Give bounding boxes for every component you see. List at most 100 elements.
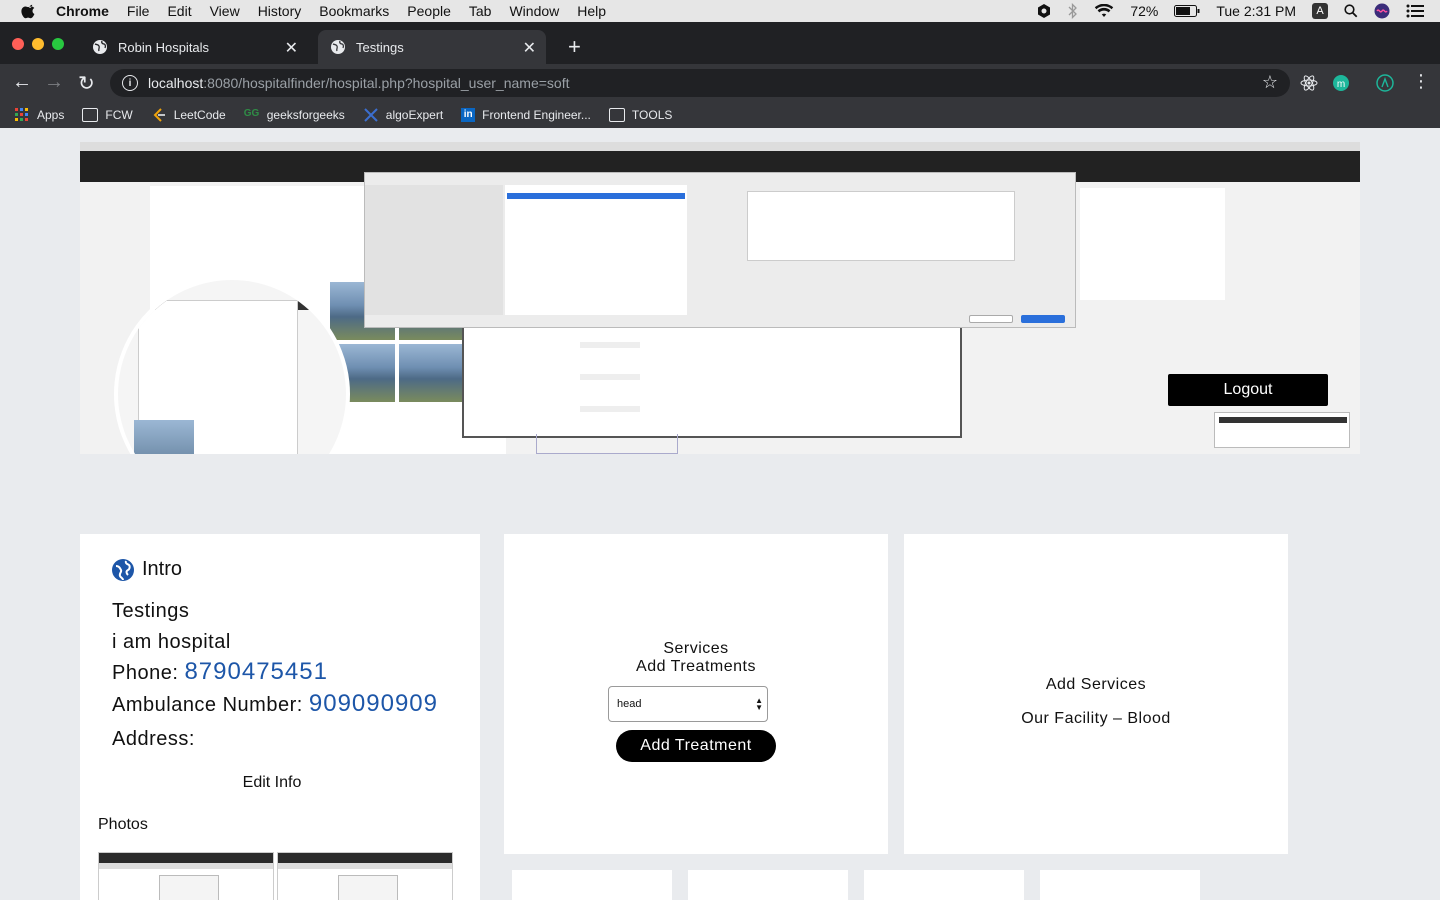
apps-grid-icon bbox=[15, 108, 28, 121]
profile-photo[interactable] bbox=[114, 276, 350, 454]
hospital-description: i am hospital bbox=[112, 631, 231, 653]
services-card: Services Add Treatments head ▲ ▼ Add Trea… bbox=[504, 534, 888, 854]
notification-center-icon[interactable] bbox=[1406, 4, 1424, 18]
select-arrows-icon: ▲ ▼ bbox=[755, 696, 763, 712]
close-tab-icon[interactable]: ✕ bbox=[523, 38, 536, 58]
doctor-card bbox=[1040, 870, 1200, 900]
cover-screenshot-thumbnail bbox=[1214, 412, 1350, 448]
intro-heading-text: Intro bbox=[142, 558, 183, 580]
react-devtools-icon[interactable] bbox=[1300, 74, 1318, 92]
add-services-link[interactable]: Add Services bbox=[904, 676, 1288, 694]
phone-label: Phone: bbox=[112, 662, 179, 684]
bookmark-label: LeetCode bbox=[173, 108, 226, 122]
bookmark-geeksforgeeks[interactable]: GG geeksforgeeks bbox=[244, 108, 345, 122]
photo-thumbnail[interactable] bbox=[277, 852, 453, 900]
address-host: localhost bbox=[148, 75, 204, 91]
close-window-button[interactable] bbox=[12, 38, 24, 50]
clock[interactable]: Tue 2:31 PM bbox=[1216, 3, 1296, 19]
edit-info-button[interactable]: Edit Info bbox=[80, 774, 464, 792]
address-path: :8080/hospitalfinder/hospital.php?hospit… bbox=[203, 75, 570, 91]
intro-card: Intro Testings i am hospital Phone: 8790… bbox=[80, 534, 480, 900]
services-heading: Services Add Treatments bbox=[504, 640, 888, 676]
input-source-icon[interactable]: A bbox=[1312, 3, 1328, 19]
cover-screenshot-menubar bbox=[80, 142, 1360, 151]
back-arrow-icon[interactable]: ← bbox=[12, 71, 32, 94]
bookmark-apps[interactable]: Apps bbox=[14, 108, 64, 122]
dialog-file-list bbox=[505, 185, 687, 315]
cover-screenshot-upload-form bbox=[462, 328, 962, 438]
globe-icon bbox=[112, 558, 134, 581]
menu-window[interactable]: Window bbox=[509, 3, 559, 19]
facility-text: Our Facility – Blood bbox=[1021, 710, 1171, 727]
tab-testings[interactable]: Testings ✕ bbox=[318, 30, 546, 64]
address-bar[interactable]: i localhost :8080/hospitalfinder/hospita… bbox=[110, 69, 1290, 97]
dialog-selected-row bbox=[507, 193, 685, 199]
bookmark-star-icon[interactable]: ☆ bbox=[1262, 72, 1278, 93]
macos-menubar: Chrome File Edit View History Bookmarks … bbox=[0, 0, 1440, 22]
site-info-icon[interactable]: i bbox=[122, 75, 138, 91]
bookmark-label: Frontend Engineer... bbox=[482, 108, 591, 122]
folder-icon bbox=[82, 108, 99, 122]
menu-file[interactable]: File bbox=[127, 3, 150, 19]
chrome-menu-icon[interactable]: ⋮ bbox=[1412, 71, 1430, 92]
bookmark-algoexpert[interactable]: algoExpert bbox=[363, 108, 443, 122]
bookmark-leetcode[interactable]: LeetCode bbox=[151, 108, 226, 122]
cover-screenshot-panel bbox=[1080, 188, 1225, 300]
tab-robin-hospitals[interactable]: Robin Hospitals ✕ bbox=[80, 30, 308, 64]
siri-icon[interactable] bbox=[1374, 3, 1390, 19]
address-row: Address: bbox=[112, 728, 195, 751]
menu-edit[interactable]: Edit bbox=[167, 3, 191, 19]
bookmark-tools[interactable]: TOOLS bbox=[608, 108, 673, 122]
menu-people[interactable]: People bbox=[407, 3, 451, 19]
globe-icon bbox=[93, 40, 107, 54]
linkedin-icon: in bbox=[461, 108, 476, 122]
menu-tab[interactable]: Tab bbox=[469, 3, 492, 19]
add-treatment-button[interactable]: Add Treatment bbox=[616, 730, 776, 762]
apple-icon[interactable] bbox=[20, 2, 38, 20]
menu-app-name[interactable]: Chrome bbox=[56, 3, 109, 19]
bookmark-label: TOOLS bbox=[631, 108, 673, 122]
services-title: Services bbox=[663, 640, 729, 657]
battery-icon[interactable] bbox=[1174, 5, 1200, 17]
wifi-icon[interactable] bbox=[1094, 4, 1114, 18]
bookmarks-bar: Apps FCW LeetCode GG geeksforgeeks algoE… bbox=[0, 102, 1440, 128]
menu-bookmarks[interactable]: Bookmarks bbox=[319, 3, 389, 19]
reload-icon[interactable]: ↻ bbox=[78, 71, 95, 96]
folder-icon bbox=[608, 108, 625, 122]
ambulance-label: Ambulance Number: bbox=[112, 694, 303, 716]
treatment-select[interactable]: head ▲ ▼ bbox=[608, 686, 768, 722]
dialog-sidebar bbox=[365, 185, 503, 315]
extension-m-icon[interactable]: m bbox=[1332, 74, 1350, 92]
globe-icon bbox=[331, 40, 345, 54]
spotlight-search-icon[interactable] bbox=[1344, 4, 1358, 18]
browser-tab-strip: Robin Hospitals ✕ Testings ✕ + bbox=[0, 22, 1440, 64]
photo-thumbnail[interactable] bbox=[98, 852, 274, 900]
window-controls bbox=[12, 38, 64, 50]
treatment-selected-value: head bbox=[617, 698, 642, 710]
logout-button[interactable]: Logout bbox=[1168, 374, 1328, 406]
profile-photo-building bbox=[134, 420, 194, 454]
close-tab-icon[interactable]: ✕ bbox=[285, 38, 298, 58]
dialog-open bbox=[1021, 315, 1065, 323]
screen-record-icon[interactable] bbox=[1036, 3, 1052, 19]
bluetooth-icon[interactable] bbox=[1068, 3, 1078, 19]
cover-screenshot-file-dialog bbox=[364, 172, 1076, 328]
bookmark-frontend-engineer[interactable]: in Frontend Engineer... bbox=[461, 108, 591, 122]
doctor-card bbox=[688, 870, 848, 900]
menu-view[interactable]: View bbox=[210, 3, 240, 19]
hospital-name: Testings bbox=[112, 600, 190, 622]
extension-a-icon[interactable] bbox=[1376, 74, 1394, 92]
bookmark-fcw[interactable]: FCW bbox=[82, 108, 133, 122]
forward-arrow-icon[interactable]: → bbox=[44, 71, 64, 94]
doctor-card bbox=[512, 870, 672, 900]
form-placeholder bbox=[580, 406, 640, 412]
maximize-window-button[interactable] bbox=[52, 38, 64, 50]
menu-help[interactable]: Help bbox=[577, 3, 606, 19]
doctor-card bbox=[864, 870, 1024, 900]
address-label: Address: bbox=[112, 728, 195, 750]
menu-history[interactable]: History bbox=[258, 3, 302, 19]
phone-value: 8790475451 bbox=[184, 658, 328, 685]
minimize-window-button[interactable] bbox=[32, 38, 44, 50]
page-content: Logout Intro Testings i am hospital Phon… bbox=[0, 128, 1440, 900]
new-tab-button[interactable]: + bbox=[568, 34, 581, 60]
